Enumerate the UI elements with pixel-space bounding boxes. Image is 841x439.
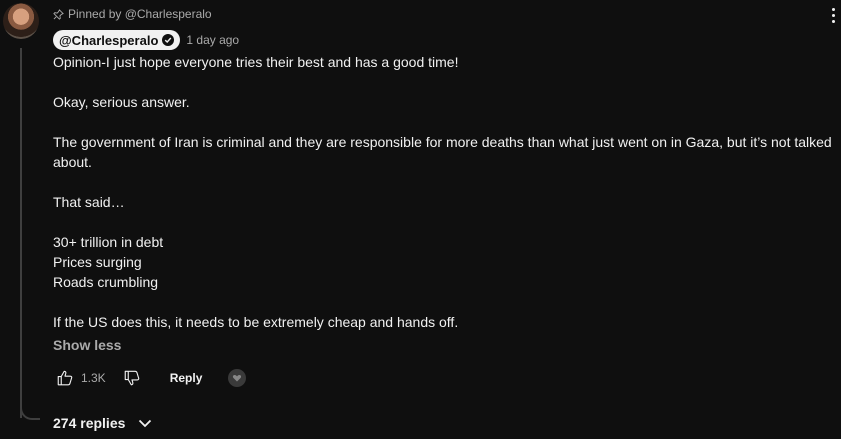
- comment-timestamp[interactable]: 1 day ago: [186, 33, 239, 47]
- pinned-label: Pinned by @Charlesperalo: [53, 5, 212, 23]
- author-name[interactable]: @Charlesperalo: [59, 33, 158, 48]
- comment-line-break: [53, 72, 838, 92]
- author-avatar[interactable]: [3, 3, 39, 39]
- pinned-text: Pinned by @Charlesperalo: [68, 7, 212, 21]
- creator-heart-badge: [228, 369, 247, 387]
- dislike-button[interactable]: [120, 366, 144, 390]
- more-dot: [831, 7, 835, 11]
- more-dot: [831, 19, 835, 23]
- comment-line-break: [53, 172, 838, 192]
- comment-line-break: [53, 212, 838, 232]
- comment-line: That said…: [53, 194, 125, 210]
- comment-line: If the US does this, it needs to be extr…: [53, 314, 459, 330]
- comment-line: Prices surging: [53, 254, 142, 270]
- comment-line: The government of Iran is criminal and t…: [53, 134, 832, 170]
- comment-line: 30+ trillion in debt: [53, 234, 164, 250]
- verified-check-icon: [162, 34, 175, 46]
- like-count: 1.3K: [81, 371, 106, 385]
- like-button[interactable]: [53, 366, 77, 390]
- reply-button[interactable]: Reply: [162, 367, 211, 389]
- chevron-down-icon: [139, 419, 152, 428]
- author-row: @Charlesperalo 1 day ago: [53, 30, 239, 50]
- replies-count[interactable]: 274 replies: [53, 415, 125, 431]
- comment-line: Okay, serious answer.: [53, 94, 190, 110]
- pin-icon: [53, 8, 64, 20]
- show-less-button[interactable]: Show less: [53, 337, 121, 353]
- comment-line: Opinion-I just hope everyone tries their…: [53, 54, 459, 70]
- thumbs-down-icon: [124, 370, 139, 386]
- thumbs-up-icon: [57, 370, 73, 386]
- comment-line-break: [53, 292, 838, 312]
- more-dot: [831, 13, 835, 17]
- author-chip[interactable]: @Charlesperalo: [53, 30, 181, 50]
- comment-line-break: [53, 112, 838, 132]
- comment-body: Opinion-I just hope everyone tries their…: [53, 52, 838, 332]
- comment-actions: 1.3K Reply: [53, 366, 247, 390]
- view-replies-button[interactable]: 274 replies: [53, 413, 153, 433]
- thread-line: [20, 48, 22, 418]
- more-vertical-icon[interactable]: [826, 3, 840, 27]
- comment-line: Roads crumbling: [53, 274, 159, 290]
- thread-elbow: [20, 400, 40, 420]
